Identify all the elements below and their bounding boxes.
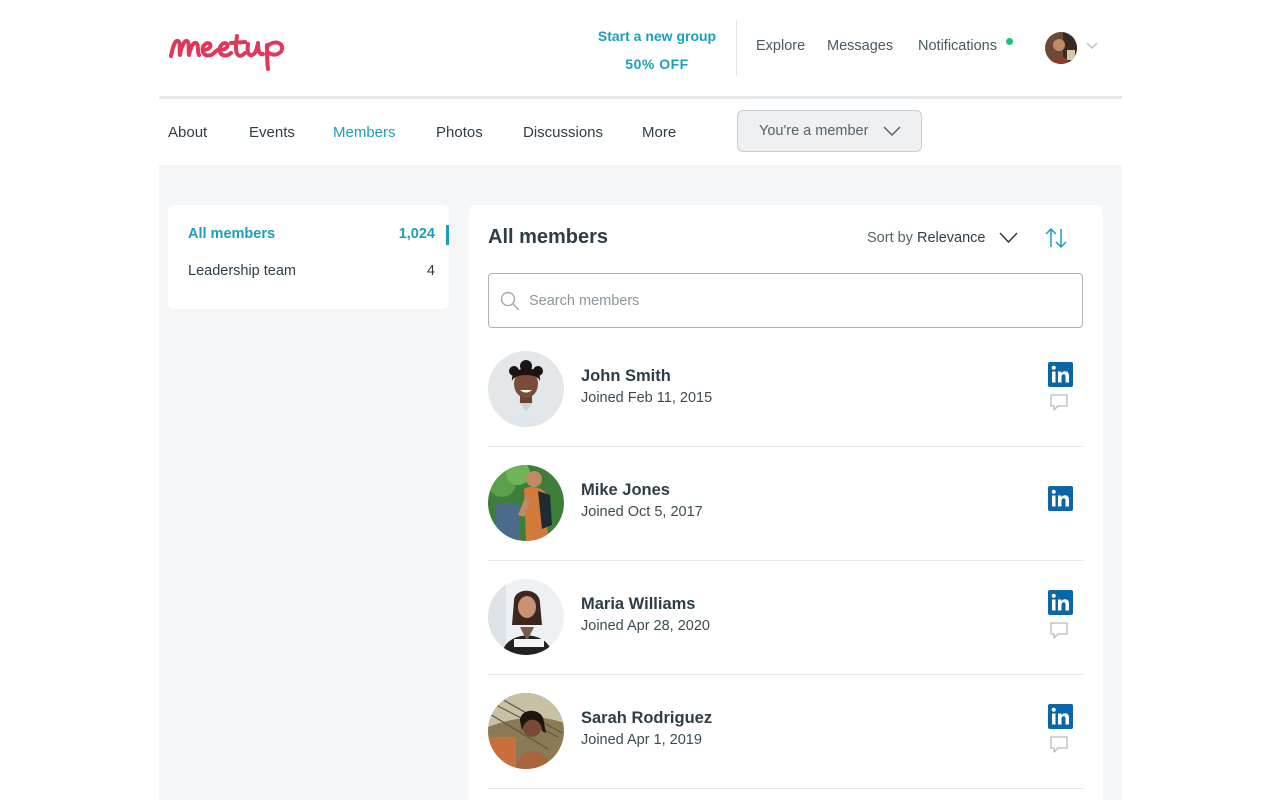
sort-arrows-icon[interactable] (1044, 226, 1068, 250)
sidebar-count-leadership-team: 4 (426, 263, 435, 279)
tab-more[interactable]: More (642, 124, 676, 141)
meetup-logo[interactable] (167, 22, 293, 72)
members-sidebar: All members 1,024 Leadership team 4 (168, 205, 449, 309)
members-panel: All members Sort by Relevance Search mem… (469, 205, 1103, 805)
sort-value: Relevance (916, 230, 986, 246)
linkedin-icon[interactable] (1048, 704, 1073, 729)
tab-photos[interactable]: Photos (436, 124, 483, 141)
promo-line-1: Start a new group (597, 28, 717, 44)
start-group-promo-link[interactable]: Start a new group 50% OFF (587, 22, 727, 78)
sort-prefix: Sort by (867, 230, 913, 246)
member-name[interactable]: John Smith (581, 367, 671, 386)
nav-explore[interactable]: Explore (756, 38, 805, 54)
search-input[interactable] (529, 275, 1069, 326)
user-avatar[interactable] (1045, 32, 1077, 64)
member-joined-date: Joined Oct 5, 2017 (581, 504, 703, 520)
member-name[interactable]: Maria Williams (581, 595, 695, 614)
search-icon (500, 291, 520, 311)
message-bubble-icon[interactable] (1049, 393, 1069, 413)
message-bubble-icon[interactable] (1049, 735, 1069, 755)
linkedin-icon[interactable] (1048, 362, 1073, 387)
membership-dropdown-button[interactable]: You're a member (737, 110, 922, 152)
list-item[interactable]: John Smith Joined Feb 11, 2015 (488, 333, 1083, 447)
avatar[interactable] (488, 465, 564, 541)
sidebar-count-all-members: 1,024 (398, 226, 435, 242)
linkedin-icon[interactable] (1048, 486, 1073, 511)
active-indicator (446, 225, 449, 245)
sort-dropdown[interactable]: Sort by Relevance (867, 230, 985, 246)
member-name[interactable]: Mike Jones (581, 481, 670, 500)
tab-members[interactable]: Members (333, 124, 396, 141)
nav-notifications[interactable]: Notifications (918, 38, 997, 54)
linkedin-icon[interactable] (1048, 590, 1073, 615)
member-joined-date: Joined Feb 11, 2015 (581, 390, 713, 406)
chevron-down-icon[interactable] (999, 232, 1018, 244)
avatar[interactable] (488, 579, 564, 655)
sidebar-item-leadership-team[interactable]: Leadership team (188, 263, 296, 279)
list-item[interactable]: Mike Jones Joined Oct 5, 2017 (488, 447, 1083, 561)
list-item[interactable]: Maria Williams Joined Apr 28, 2020 (488, 561, 1083, 675)
tab-about[interactable]: About (168, 124, 207, 141)
member-joined-date: Joined Apr 1, 2019 (581, 732, 702, 748)
page-title: All members (488, 226, 609, 248)
notification-dot-icon (1006, 38, 1013, 45)
header-divider (736, 20, 737, 76)
nav-messages[interactable]: Messages (827, 38, 893, 54)
list-item[interactable]: Sarah Rodriguez Joined Apr 1, 2019 (488, 675, 1083, 789)
top-header: Start a new group 50% OFF Explore Messag… (159, 0, 1122, 96)
avatar[interactable] (488, 693, 564, 769)
tab-discussions[interactable]: Discussions (523, 124, 603, 141)
group-tabs: About Events Members Photos Discussions … (159, 99, 1122, 165)
membership-label: You're a member (759, 123, 869, 139)
sidebar-item-all-members[interactable]: All members (188, 226, 275, 242)
tab-events[interactable]: Events (249, 124, 295, 141)
message-bubble-icon[interactable] (1049, 621, 1069, 641)
chevron-down-icon (883, 126, 901, 137)
member-name[interactable]: Sarah Rodriguez (581, 709, 712, 728)
promo-line-2: 50% OFF (625, 56, 689, 72)
avatar[interactable] (488, 351, 564, 427)
member-joined-date: Joined Apr 28, 2020 (581, 618, 710, 634)
search-box (488, 273, 1083, 328)
chevron-down-icon[interactable] (1086, 42, 1098, 50)
